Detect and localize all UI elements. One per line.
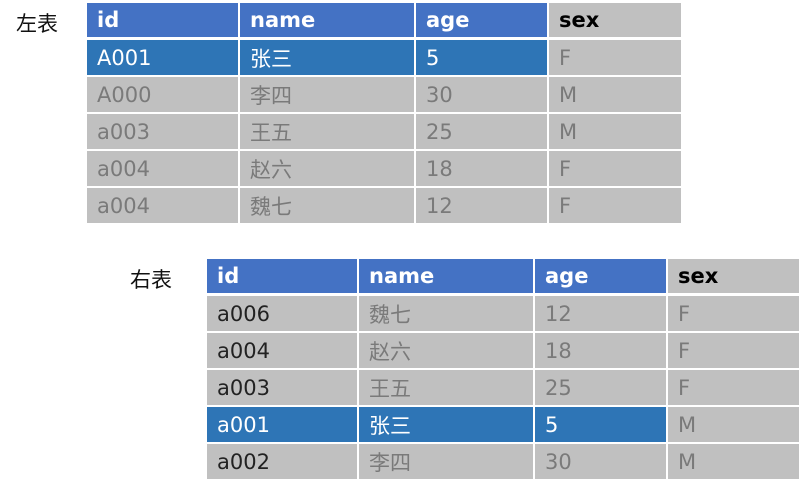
cell-id: a003: [207, 370, 359, 407]
table-row: a004 魏七 12 F: [87, 188, 681, 225]
right-table-caption: 右表: [130, 268, 172, 292]
right-table: id name age sex a006 魏七 12 F a004 赵六 18 …: [207, 259, 799, 481]
cell-id: a001: [207, 407, 359, 444]
column-header-sex: sex: [549, 3, 681, 40]
cell-age: 5: [416, 40, 549, 77]
cell-sex: M: [549, 114, 681, 151]
table-row: a004 赵六 18 F: [87, 151, 681, 188]
table-row: a003 王五 25 F: [207, 370, 799, 407]
cell-id: A000: [87, 77, 240, 114]
table-header-row: id name age sex: [87, 3, 681, 40]
cell-age: 25: [535, 370, 668, 407]
cell-name: 王五: [359, 370, 535, 407]
cell-id: a004: [207, 333, 359, 370]
cell-age: 18: [535, 333, 668, 370]
cell-name: 赵六: [359, 333, 535, 370]
column-header-id: id: [207, 259, 359, 296]
column-header-sex: sex: [668, 259, 799, 296]
column-header-name: name: [359, 259, 535, 296]
cell-age: 30: [535, 444, 668, 481]
cell-name: 张三: [240, 40, 416, 77]
cell-id: a004: [87, 151, 240, 188]
table-row: a001 张三 5 M: [207, 407, 799, 444]
cell-name: 王五: [240, 114, 416, 151]
column-header-name: name: [240, 3, 416, 40]
cell-name: 李四: [359, 444, 535, 481]
table-row: a004 赵六 18 F: [207, 333, 799, 370]
cell-age: 18: [416, 151, 549, 188]
table-header-row: id name age sex: [207, 259, 799, 296]
cell-id: a004: [87, 188, 240, 225]
left-table: id name age sex A001 张三 5 F A000 李四 30 M…: [87, 3, 681, 225]
table-row: a002 李四 30 M: [207, 444, 799, 481]
cell-age: 30: [416, 77, 549, 114]
cell-sex: M: [668, 444, 799, 481]
table-row: A000 李四 30 M: [87, 77, 681, 114]
cell-name: 李四: [240, 77, 416, 114]
column-header-id: id: [87, 3, 240, 40]
cell-sex: M: [549, 77, 681, 114]
cell-age: 25: [416, 114, 549, 151]
cell-sex: F: [668, 370, 799, 407]
cell-id: A001: [87, 40, 240, 77]
table-row: a003 王五 25 M: [87, 114, 681, 151]
cell-name: 张三: [359, 407, 535, 444]
cell-age: 12: [416, 188, 549, 225]
cell-name: 魏七: [240, 188, 416, 225]
left-table-caption: 左表: [16, 12, 58, 36]
cell-sex: F: [549, 188, 681, 225]
cell-sex: F: [668, 296, 799, 333]
table-row: a006 魏七 12 F: [207, 296, 799, 333]
cell-name: 魏七: [359, 296, 535, 333]
cell-sex: M: [668, 407, 799, 444]
cell-sex: F: [668, 333, 799, 370]
cell-age: 12: [535, 296, 668, 333]
column-header-age: age: [416, 3, 549, 40]
cell-sex: F: [549, 40, 681, 77]
cell-sex: F: [549, 151, 681, 188]
cell-id: a002: [207, 444, 359, 481]
cell-name: 赵六: [240, 151, 416, 188]
cell-id: a003: [87, 114, 240, 151]
table-row: A001 张三 5 F: [87, 40, 681, 77]
column-header-age: age: [535, 259, 668, 296]
cell-id: a006: [207, 296, 359, 333]
cell-age: 5: [535, 407, 668, 444]
